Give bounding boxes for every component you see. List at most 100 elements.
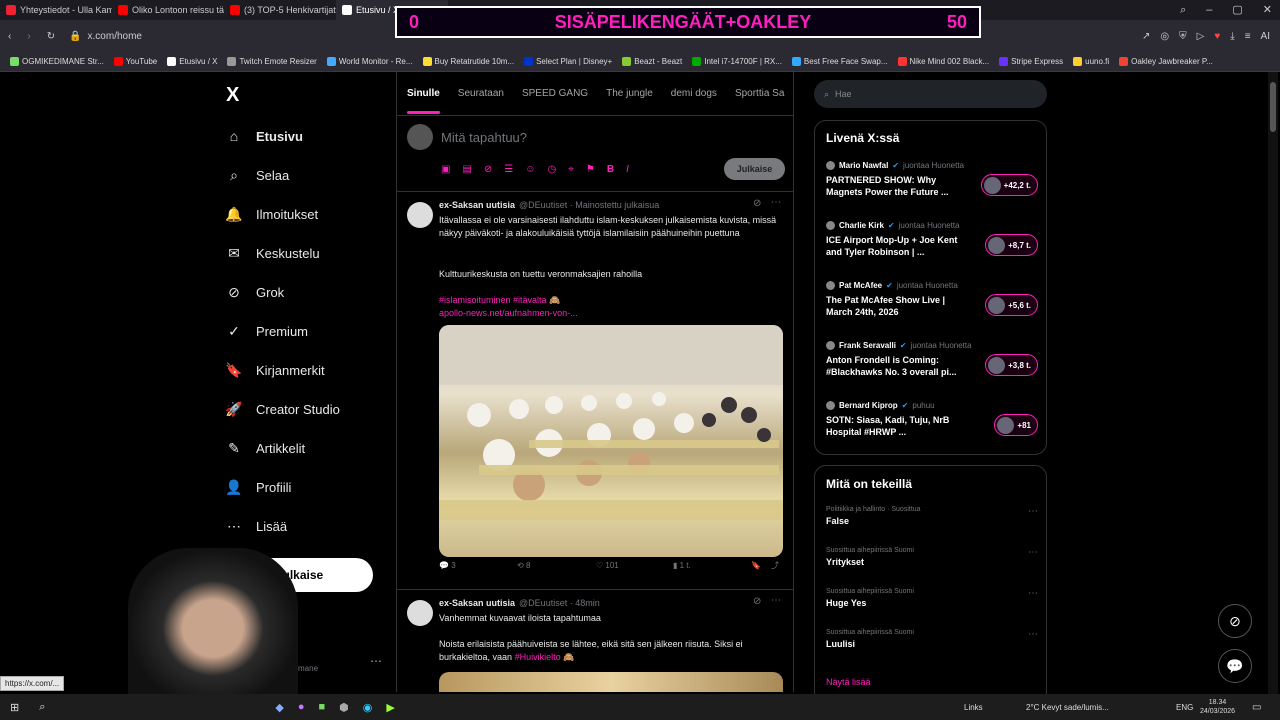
live-item[interactable]: Charlie Kirk ✔ juontaa Huonetta ICE Airport… <box>826 221 1038 258</box>
sidebar-item-premium[interactable]: ✓ Premium <box>226 323 308 339</box>
compose-input[interactable]: Mitä tapahtuu? <box>441 130 527 145</box>
sidebar-item-ilmoitukset[interactable]: 🔔 Ilmoitukset <box>225 206 318 222</box>
tweet-grok-icon[interactable]: ⊘ <box>753 198 761 209</box>
language-indicator[interactable]: ENG <box>1176 703 1193 712</box>
sidebar-item-creator-studio[interactable]: 🚀 Creator Studio <box>225 401 340 417</box>
tweet-link[interactable]: apollo-news.net/aufnahmen-von-... <box>439 307 578 320</box>
sidebar-item-kirjanmerkit[interactable]: 🔖 Kirjanmerkit <box>225 362 324 378</box>
bookmark-item[interactable]: Buy Retatrutide 10m... <box>422 57 514 66</box>
bold-icon[interactable]: B <box>607 164 614 175</box>
x-logo-icon[interactable]: X <box>226 84 239 107</box>
sidebar-item-grok[interactable]: ⊘ Grok <box>226 284 284 300</box>
avatar[interactable] <box>407 600 433 626</box>
live-listeners-pill[interactable]: +81 <box>994 414 1038 436</box>
close-icon[interactable]: ✕ <box>1263 0 1272 20</box>
scrollbar[interactable] <box>1268 72 1278 694</box>
windows-start-icon[interactable]: ⊞ <box>10 701 19 714</box>
sidebar-item-artikkelit[interactable]: ✎ Artikkelit <box>226 440 305 456</box>
app-icon[interactable]: ■ <box>319 701 326 714</box>
bookmark-item[interactable]: Oakley Jawbreaker P... <box>1119 57 1213 66</box>
bookmark-item[interactable]: Stripe Express <box>999 57 1063 66</box>
bookmark-item[interactable]: Twitch Emote Resizer <box>227 57 317 66</box>
compose-post-button[interactable]: Julkaise <box>724 158 785 180</box>
share-icon[interactable]: ⤴ <box>771 560 779 571</box>
live-item[interactable]: Pat McAfee ✔ juontaa Huonetta The Pat McAfe… <box>826 281 1038 318</box>
poll-icon[interactable]: ☰ <box>504 164 513 175</box>
live-listeners-pill[interactable]: +42,2 t. <box>980 174 1038 196</box>
reload-icon[interactable]: ↻ <box>47 31 55 42</box>
app-icon[interactable]: ⬢ <box>339 701 349 714</box>
tweet-more-icon[interactable]: ⋯ <box>771 595 781 606</box>
repost-button[interactable]: ⟲ 8 <box>517 561 530 570</box>
app-icon[interactable]: ◆ <box>275 701 283 714</box>
bookmark-item[interactable]: Nike Mind 002 Black... <box>897 57 989 66</box>
tweet-author[interactable]: ex-Saksan uutisia <box>439 598 515 608</box>
views-button[interactable]: ▮ 1 t. <box>673 561 691 570</box>
bookmark-item[interactable]: Select Plan | Disney+ <box>524 57 612 66</box>
heart-icon[interactable]: ♥ <box>1214 31 1220 42</box>
notification-icon[interactable]: ▭ <box>1252 702 1261 713</box>
forward-icon[interactable]: › <box>27 31 30 42</box>
live-listeners-pill[interactable]: +5,6 t. <box>985 294 1038 316</box>
bookmark-icon[interactable]: 🔖 <box>751 561 761 570</box>
minimize-icon[interactable]: – <box>1206 0 1212 20</box>
tab-sporttia-sa[interactable]: Sporttia Sa <box>735 88 784 99</box>
trend-more-icon[interactable]: ⋯ <box>1028 547 1038 558</box>
tweet-grok-icon[interactable]: ⊘ <box>753 596 761 607</box>
edge-icon[interactable]: ◉ <box>363 701 373 714</box>
app-icon[interactable]: ▶ <box>386 701 394 714</box>
search-icon[interactable]: ⌕ <box>1180 0 1186 20</box>
gif-icon[interactable]: ▤ <box>462 164 471 175</box>
trend-item[interactable]: Suosittua aihepiirissä Suomi Yritykset ⋯ <box>826 547 1038 567</box>
live-item[interactable]: Mario Nawfal ✔ juontaa Huonetta PARTNERED S… <box>826 161 1038 198</box>
taskbar-links[interactable]: Links <box>964 703 983 712</box>
bookmark-item[interactable]: World Monitor - Re... <box>326 57 413 66</box>
tab-speed-gang[interactable]: SPEED GANG <box>522 88 588 99</box>
search-input[interactable]: ⌕ Hae <box>814 80 1047 108</box>
sidebar-item-selaa[interactable]: ⌕ Selaa <box>226 167 289 183</box>
bookmark-item[interactable]: OGMIKEDIMANE Str... <box>10 57 104 66</box>
tweet-image[interactable] <box>439 672 783 692</box>
tweet-author[interactable]: ex-Saksan uutisia <box>439 200 515 210</box>
grok-fab-icon[interactable]: ⊘ <box>1218 604 1252 638</box>
sidebar-item-etusivu[interactable]: ⌂ Etusivu <box>226 128 303 144</box>
taskbar-search-icon[interactable]: ⌕ <box>39 701 45 714</box>
tweet[interactable]: ex-Saksan uutisia @DEuutiset · Mainostet… <box>397 192 793 590</box>
avatar[interactable] <box>407 202 433 228</box>
maximize-icon[interactable]: ▢ <box>1232 0 1242 20</box>
flag-icon[interactable]: ⚑ <box>586 164 595 175</box>
live-item[interactable]: Frank Seravalli ✔ juontaa Huonetta Anton Fr… <box>826 341 1038 378</box>
browser-tab[interactable]: (3) TOP-5 Henkivartijat U <box>224 0 336 20</box>
tab-the-jungle[interactable]: The jungle <box>606 88 653 99</box>
trend-item[interactable]: Suosittua aihepiirissä Suomi Huge Yes ⋯ <box>826 588 1038 608</box>
trend-item[interactable]: Suosittua aihepiirissä Suomi Luulisi ⋯ <box>826 629 1038 649</box>
trend-more-icon[interactable]: ⋯ <box>1028 629 1038 640</box>
bookmark-item[interactable]: uuno.fi <box>1073 57 1109 66</box>
schedule-icon[interactable]: ◷ <box>547 164 556 175</box>
tab-seurataan[interactable]: Seurataan <box>458 88 504 99</box>
bookmark-item[interactable]: YouTube <box>113 57 157 66</box>
sidebar-item-profiili[interactable]: 👤 Profiili <box>225 479 291 495</box>
avatar[interactable] <box>407 124 433 150</box>
camera-icon[interactable]: ◎ <box>1160 31 1169 42</box>
trend-more-icon[interactable]: ⋯ <box>1028 588 1038 599</box>
sidebar-item-lisää[interactable]: ⋯ Lisää <box>226 518 287 534</box>
app-icon[interactable]: ● <box>298 701 305 714</box>
emoji-icon[interactable]: ☺ <box>525 164 535 175</box>
ai-button[interactable]: AI <box>1261 31 1270 42</box>
bookmark-item[interactable]: Beazt - Beazt <box>622 57 682 66</box>
tweet-image[interactable] <box>439 325 783 557</box>
url-field[interactable]: x.com/home <box>88 31 142 42</box>
sidebar-item-keskustelu[interactable]: ✉ Keskustelu <box>226 245 319 261</box>
live-item[interactable]: Bernard Kiprop ✔ puhuu SOTN: Siasa, Kadi, T… <box>826 401 1038 438</box>
weather-widget[interactable]: 2°C Kevyt sade/lumis... <box>1026 703 1109 712</box>
share-icon[interactable]: ↗ <box>1142 31 1150 42</box>
location-icon[interactable]: ⌖ <box>568 164 574 175</box>
trend-more-icon[interactable]: ⋯ <box>1028 506 1038 517</box>
account-more-icon[interactable]: ⋯ <box>370 654 382 668</box>
italic-icon[interactable]: I <box>626 164 629 175</box>
shield-icon[interactable]: ⛨ <box>1179 31 1187 42</box>
image-icon[interactable]: ▣ <box>441 164 450 175</box>
tweet-hashtags[interactable]: #islamisoituminen #itävalta 🙈 <box>439 294 560 307</box>
browser-tab[interactable]: Oliko Lontoon reissu täys <box>112 0 224 20</box>
